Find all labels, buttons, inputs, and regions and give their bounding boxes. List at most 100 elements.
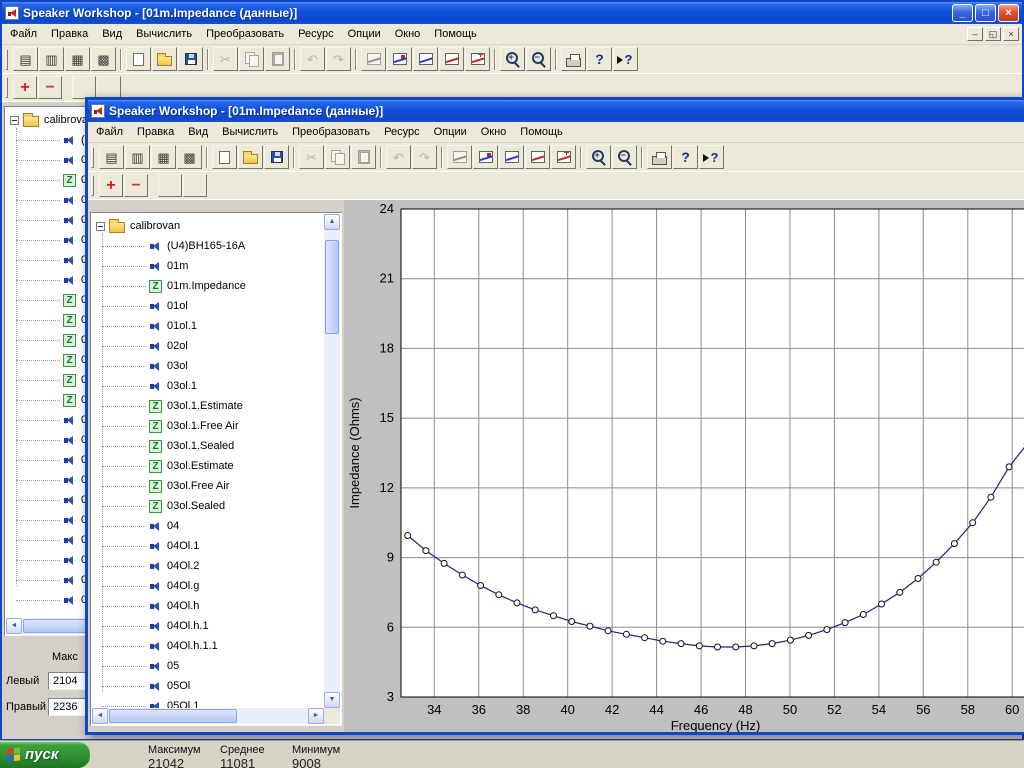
tree-item[interactable]: 03ol [92,356,324,376]
paste-button[interactable] [351,145,376,169]
start-button[interactable]: пуск [0,741,90,768]
tree-item[interactable]: 01ol [92,296,324,316]
remove-button[interactable]: − [38,76,62,99]
menu-item-2[interactable]: Правка [44,25,95,44]
toolbar-grip[interactable] [5,77,8,98]
tree-item[interactable]: 04Ol.h.1.1 [92,636,324,656]
chart-delete-button[interactable] [465,47,490,71]
scroll-right-button[interactable]: ► [308,708,324,724]
tree-item[interactable]: Z01m.Impedance [92,276,324,296]
redo-button[interactable]: ↷ [326,47,351,71]
menu-item-3[interactable]: Вид [95,25,129,44]
menu-item-1[interactable]: Файл [3,25,44,44]
chart-folder-button[interactable] [361,47,386,71]
blank-button-2[interactable] [183,174,207,197]
tree-item[interactable]: 01ol.1 [92,316,324,336]
menu-item-9[interactable]: Помощь [427,25,484,44]
new-document-button[interactable] [212,145,237,169]
menu-item-4[interactable]: Вычислить [215,123,285,142]
chart-line-button[interactable] [473,145,498,169]
menu-item-5[interactable]: Преобразовать [199,25,291,44]
scroll-left-button[interactable]: ◄ [92,708,108,724]
tree-item[interactable]: 05Ol.1 [92,696,324,708]
menu-item-6[interactable]: Ресурс [291,25,340,44]
menu-item-6[interactable]: Ресурс [377,123,426,142]
tree-item[interactable]: Z03ol.Free Air [92,476,324,496]
view-small-icons-button[interactable]: ▥ [39,47,64,71]
view-details-button[interactable]: ▩ [177,145,202,169]
view-list-button[interactable]: ▦ [151,145,176,169]
tree-item[interactable]: 05Ol [92,676,324,696]
horizontal-scrollbar[interactable]: ◄► [92,708,324,724]
menu-item-9[interactable]: Помощь [513,123,570,142]
view-details-button[interactable]: ▩ [91,47,116,71]
tree-item[interactable]: 04Ol.g [92,576,324,596]
save-button[interactable] [264,145,289,169]
tree-item[interactable]: 05 [92,656,324,676]
paste-button[interactable] [265,47,290,71]
menu-item-8[interactable]: Окно [474,123,514,142]
scroll-thumb[interactable] [325,240,339,334]
tree-item[interactable]: 03ol.1 [92,376,324,396]
help-button[interactable]: ? [587,47,612,71]
open-button[interactable] [152,47,177,71]
save-button[interactable] [178,47,203,71]
context-help-button[interactable]: ? [699,145,724,169]
redo-button[interactable]: ↷ [412,145,437,169]
tree-item[interactable]: Z03ol.1.Free Air [92,416,324,436]
scroll-left-button[interactable]: ◄ [6,618,22,634]
tree-item[interactable]: Z03ol.1.Sealed [92,436,324,456]
menu-item-2[interactable]: Правка [130,123,181,142]
tree-item[interactable]: 01m [92,256,324,276]
tree-item[interactable]: 04Ol.h [92,596,324,616]
chart-delete-button[interactable] [551,145,576,169]
close-button[interactable]: × [998,4,1019,22]
view-large-icons-button[interactable]: ▤ [99,145,124,169]
chart-line-button[interactable] [387,47,412,71]
zoom-in-button[interactable]: + [586,145,611,169]
tree-item[interactable]: 04 [92,516,324,536]
toolbar-grip[interactable] [91,175,94,196]
tree-expander[interactable] [10,116,19,125]
open-button[interactable] [238,145,263,169]
maximize-button[interactable]: □ [975,4,996,22]
tree-item[interactable]: Z03ol.Sealed [92,496,324,516]
menu-item-5[interactable]: Преобразовать [285,123,377,142]
copy-button[interactable] [239,47,264,71]
cut-button[interactable]: ✂ [213,47,238,71]
print-button[interactable] [561,47,586,71]
toolbar-grip[interactable] [5,49,8,70]
copy-button[interactable] [325,145,350,169]
view-large-icons-button[interactable]: ▤ [13,47,38,71]
minimize-button[interactable]: _ [952,4,973,22]
vertical-scrollbar[interactable]: ▲▼ [324,214,340,708]
mdi-minimize-button[interactable]: – [967,27,983,41]
menu-item-4[interactable]: Вычислить [129,25,199,44]
add-button[interactable]: + [99,174,123,197]
tree-item[interactable]: 04Ol.h.1 [92,616,324,636]
help-button[interactable]: ? [673,145,698,169]
tree-item[interactable]: 04Ol.2 [92,556,324,576]
add-button[interactable]: + [13,76,37,99]
toolbar-grip[interactable] [91,147,94,168]
blank-button-2[interactable] [97,76,121,99]
tree-item[interactable]: Z03ol.Estimate [92,456,324,476]
chart-folder-button[interactable] [447,145,472,169]
chart-view-button[interactable] [499,145,524,169]
mdi-restore-button[interactable]: ◱ [985,27,1001,41]
view-list-button[interactable]: ▦ [65,47,90,71]
menu-item-1[interactable]: Файл [89,123,130,142]
tree-item[interactable]: (U4)BH165-16A [92,236,324,256]
zoom-in-button[interactable]: + [500,47,525,71]
undo-button[interactable]: ↶ [386,145,411,169]
chart-marked-button[interactable] [525,145,550,169]
scroll-thumb[interactable] [109,709,237,723]
tree-expander[interactable] [96,222,105,231]
undo-button[interactable]: ↶ [300,47,325,71]
tree-item[interactable]: 04Ol.1 [92,536,324,556]
zoom-out-button[interactable]: − [612,145,637,169]
context-help-button[interactable]: ? [613,47,638,71]
cut-button[interactable]: ✂ [299,145,324,169]
new-document-button[interactable] [126,47,151,71]
menu-item-3[interactable]: Вид [181,123,215,142]
